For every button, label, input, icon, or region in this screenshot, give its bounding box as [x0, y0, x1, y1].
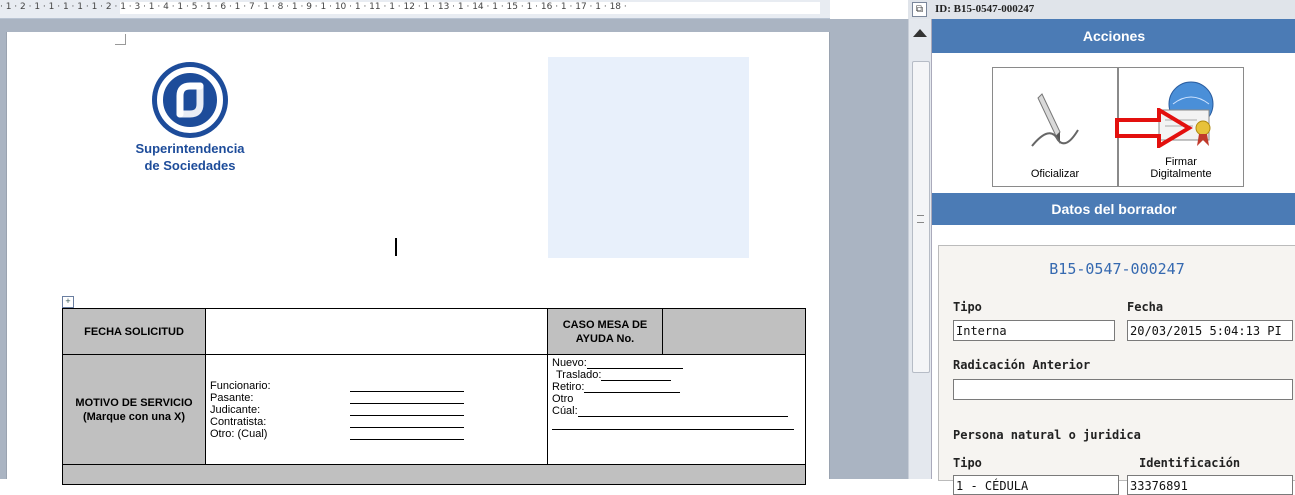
logo-emblem-icon	[152, 62, 228, 138]
role-funcionario: Funcionario:	[210, 379, 271, 392]
datos-header: Datos del borrador	[932, 193, 1295, 225]
motivo-servicio-label: MOTIVO DE SERVICIO (Marque con una X)	[62, 354, 206, 465]
image-placeholder	[548, 57, 749, 258]
fecha-solicitud-value[interactable]	[205, 308, 548, 355]
table-move-handle-icon[interactable]: +	[62, 296, 74, 308]
borrador-code: B15-0547-000247	[1049, 260, 1185, 278]
form-next-row	[62, 464, 806, 485]
persona-label: Persona natural o juridica	[953, 428, 1141, 442]
logo-text-line1: Superintendencia	[135, 141, 245, 156]
option-otro: Otro	[552, 393, 574, 405]
tipo-field[interactable]: Interna	[953, 320, 1115, 341]
identificacion-field[interactable]: 33376891	[1127, 475, 1293, 495]
role-otro: Otro: (Cual)	[210, 427, 268, 440]
tipo-documento-field[interactable]: 1 - CÉDULA	[953, 475, 1119, 495]
tipo-label: Tipo	[953, 300, 982, 314]
panel-toggle-icon[interactable]: ⧉	[912, 2, 927, 17]
grip-icon	[917, 215, 924, 223]
margin-mark	[115, 34, 126, 45]
role-line[interactable]	[350, 392, 464, 404]
firmar-label-line1: Firmar	[1165, 156, 1197, 168]
role-line[interactable]	[350, 428, 464, 440]
role-pasante: Pasante:	[210, 391, 254, 404]
document-scrollbar[interactable]	[908, 19, 931, 479]
document-id: ID: B15-0547-000247	[935, 3, 1035, 15]
option-retiro: Retiro:	[552, 381, 585, 393]
fecha-label: Fecha	[1127, 300, 1164, 314]
scroll-up-icon[interactable]	[913, 29, 927, 37]
request-form-table: FECHA SOLICITUD CASO MESA DE AYUDA No. M…	[62, 308, 806, 485]
role-contratista: Contratista:	[210, 415, 267, 428]
options-cell[interactable]: Nuevo: Traslado: Retiro: Otro Cúal:	[547, 354, 806, 465]
pen-signature-icon	[1031, 93, 1079, 147]
oficializar-label: Oficializar	[1030, 168, 1080, 180]
horizontal-ruler: · 1 · 2 · 1 · 1 · 1 · 1 · 1 · 2 · 1 · 3 …	[0, 0, 830, 19]
radicacion-label: Radicación Anterior	[953, 358, 1091, 372]
fecha-solicitud-label: FECHA SOLICITUD	[62, 308, 206, 355]
text-cursor	[395, 238, 397, 256]
option-cual: Cúal:	[552, 405, 578, 417]
roles-cell[interactable]: Funcionario: Pasante: Judicante: Contrat…	[205, 354, 548, 465]
role-judicante: Judicante:	[210, 403, 261, 416]
role-line[interactable]	[350, 404, 464, 416]
firmar-label: Firmar Digitalmente	[1119, 156, 1243, 180]
tipo2-label: Tipo	[953, 456, 982, 470]
acciones-header: Acciones	[932, 19, 1295, 53]
datos-section: B15-0547-000247 Tipo Fecha Interna 20/03…	[938, 245, 1295, 495]
caso-mesa-label: CASO MESA DE AYUDA No.	[547, 308, 663, 355]
role-line[interactable]	[350, 416, 464, 428]
radicacion-field[interactable]	[953, 379, 1293, 400]
option-traslado: Traslado:	[556, 369, 602, 381]
side-panel: Acciones Oficializar Firmar Digitalmente…	[931, 19, 1295, 495]
ruler-ticks: · 1 · 2 · 1 · 1 · 1 · 1 · 1 · 2 · 1 · 3 …	[0, 2, 627, 12]
caso-mesa-value[interactable]	[662, 308, 806, 355]
role-line[interactable]	[350, 380, 464, 392]
firmar-label-line2: Digitalmente	[1150, 168, 1212, 180]
identificacion-label: Identificación	[1139, 456, 1241, 470]
red-arrow-icon	[1115, 108, 1193, 148]
option-nuevo: Nuevo:	[552, 357, 587, 369]
logo-text-line2: de Sociedades	[144, 158, 236, 173]
supersociedades-logo: Superintendencia de Sociedades	[125, 62, 255, 172]
oficializar-button[interactable]: Oficializar	[992, 67, 1118, 187]
fecha-field[interactable]: 20/03/2015 5:04:13 PI	[1127, 320, 1293, 341]
